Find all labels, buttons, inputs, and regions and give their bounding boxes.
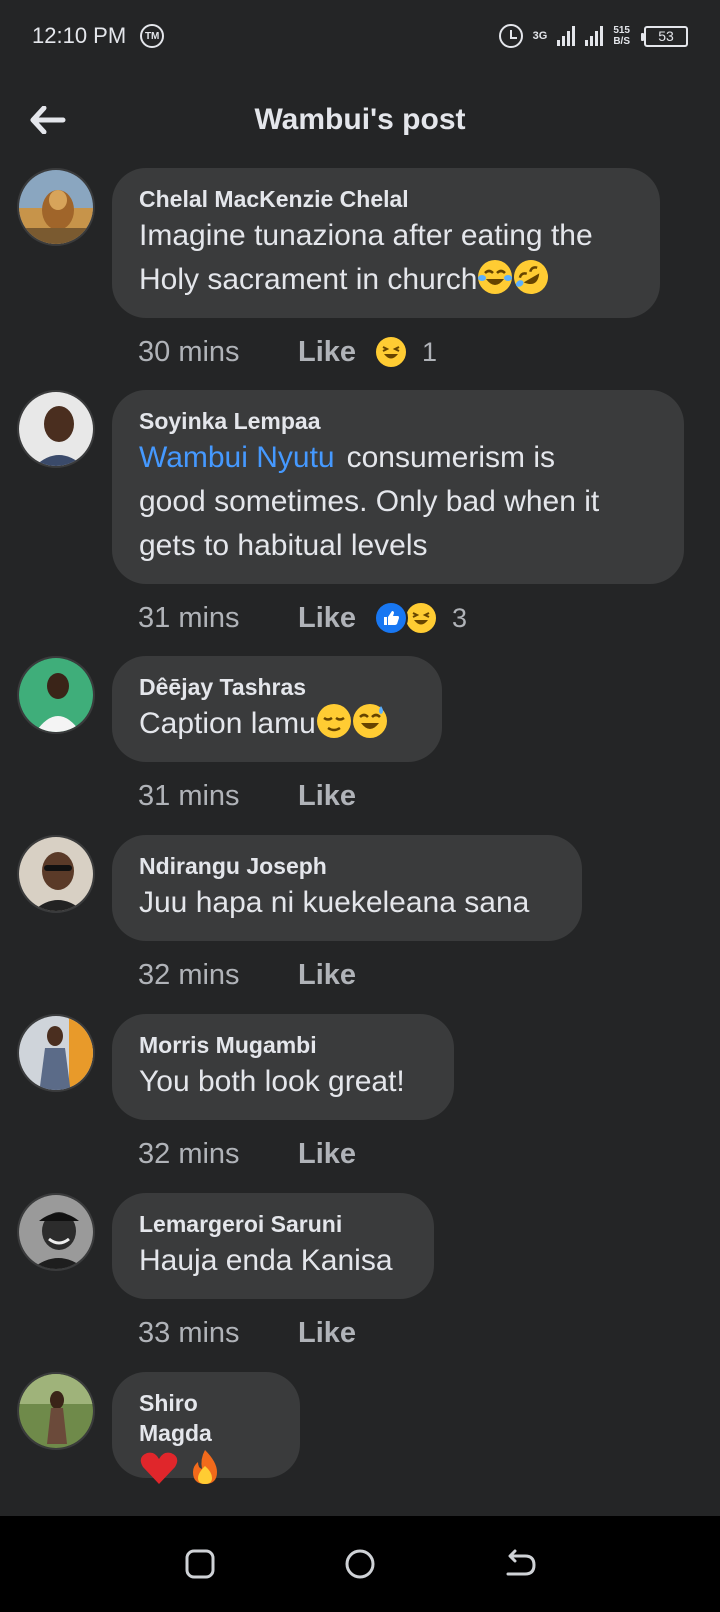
post-header: Wambui's post bbox=[0, 80, 720, 160]
comment-time[interactable]: 31 mins bbox=[138, 602, 298, 635]
comment-author[interactable]: Ndirangu Joseph bbox=[139, 851, 556, 881]
like-button[interactable]: Like bbox=[298, 1138, 356, 1171]
laughing-reaction-icon bbox=[374, 335, 409, 369]
like-button[interactable]: Like bbox=[298, 1317, 356, 1350]
comment-actions: 31 mins Like bbox=[138, 776, 356, 816]
heart-emoji-icon bbox=[140, 1452, 178, 1484]
comment-text bbox=[139, 1448, 274, 1493]
comment-author[interactable]: Shiro Magda bbox=[139, 1388, 274, 1448]
comment-bubble[interactable]: Dêējay Tashras Caption lamu bbox=[112, 656, 442, 762]
tm-badge-icon: TM bbox=[140, 24, 165, 48]
comment-bubble[interactable]: Chelal MacKenzie Chelal Imagine tunazion… bbox=[112, 168, 660, 318]
comment-actions: 30 mins Like 1 bbox=[138, 332, 437, 372]
back-nav-button[interactable] bbox=[500, 1544, 540, 1584]
comment-time[interactable]: 33 mins bbox=[138, 1317, 298, 1350]
system-nav-bar bbox=[0, 1516, 720, 1612]
comment-bubble[interactable]: Morris Mugambi You both look great! bbox=[112, 1014, 454, 1120]
comment-actions: 33 mins Like bbox=[138, 1313, 356, 1353]
like-button[interactable]: Like bbox=[298, 602, 356, 635]
battery-level: 53 bbox=[658, 28, 674, 44]
comment-bubble[interactable]: Shiro Magda bbox=[112, 1372, 300, 1484]
comment-text: Hauja enda Kanisa bbox=[139, 1244, 393, 1277]
comment-time[interactable]: 32 mins bbox=[138, 1138, 298, 1171]
like-button[interactable]: Like bbox=[298, 336, 356, 369]
like-button[interactable]: Like bbox=[298, 780, 356, 813]
comment-actions: 32 mins Like bbox=[138, 955, 356, 995]
reaction-count: 1 bbox=[422, 336, 438, 367]
comment-text: Caption lamu bbox=[139, 702, 416, 746]
comment-actions: 31 mins Like 3 bbox=[138, 598, 467, 638]
avatar[interactable] bbox=[17, 656, 95, 734]
avatar[interactable] bbox=[17, 1014, 95, 1092]
like-button[interactable]: Like bbox=[298, 959, 356, 992]
status-indicators: 3G 515 B/S 53 bbox=[498, 24, 688, 48]
rofl-emoji-icon bbox=[514, 260, 549, 294]
joy-emoji-icon bbox=[478, 260, 513, 294]
avatar[interactable] bbox=[17, 390, 95, 468]
avatar[interactable] bbox=[17, 835, 95, 913]
laughing-reaction-icon bbox=[404, 601, 439, 635]
home-icon bbox=[345, 1549, 375, 1579]
comment-text-line: good sometimes. Only bad when it bbox=[139, 485, 600, 518]
comment-bubble[interactable]: Soyinka Lempaa Wambui Nyutu consumerism i… bbox=[112, 390, 684, 584]
recents-icon bbox=[185, 1549, 215, 1579]
network-speed-unit: B/S bbox=[613, 36, 630, 47]
comment-text: Juu hapa ni kuekeleana sana bbox=[139, 886, 530, 919]
back-button[interactable] bbox=[26, 98, 70, 142]
network-speed: 515 B/S bbox=[613, 25, 630, 47]
comment-author[interactable]: Morris Mugambi bbox=[139, 1030, 428, 1060]
status-time: 12:10 PM bbox=[32, 23, 127, 48]
signal-icon bbox=[557, 26, 576, 46]
relieved-emoji-icon bbox=[316, 704, 351, 738]
comment-text: Imagine tunaziona after eating the Holy … bbox=[139, 214, 634, 302]
comment-text-line: consumerism is bbox=[346, 441, 555, 474]
comment-author[interactable]: Dêējay Tashras bbox=[139, 672, 416, 702]
comment-author[interactable]: Chelal MacKenzie Chelal bbox=[139, 184, 634, 214]
home-button[interactable] bbox=[340, 1544, 380, 1584]
recents-button[interactable] bbox=[180, 1544, 220, 1584]
fire-emoji-icon bbox=[193, 1450, 218, 1484]
comment-text-line: gets to habitual levels bbox=[139, 529, 428, 562]
comment-text: You both look great! bbox=[139, 1065, 405, 1098]
network-type: 3G bbox=[532, 30, 548, 42]
battery-icon: 53 bbox=[641, 25, 688, 47]
avatar[interactable] bbox=[17, 168, 95, 246]
comment-text: Wambui Nyutu consumerism is good sometime… bbox=[139, 436, 658, 568]
comment-author[interactable]: Lemargeroi Saruni bbox=[139, 1209, 408, 1239]
comment-actions: 32 mins Like bbox=[138, 1134, 356, 1174]
comment-time[interactable]: 30 mins bbox=[138, 336, 298, 369]
avatar[interactable] bbox=[17, 1372, 95, 1450]
back-arrow-icon bbox=[30, 106, 66, 134]
comment-bubble[interactable]: Ndirangu Joseph Juu hapa ni kuekeleana s… bbox=[112, 835, 582, 941]
comment-bubble[interactable]: Lemargeroi Saruni Hauja enda Kanisa bbox=[112, 1193, 434, 1299]
signal-icon-secondary bbox=[585, 26, 604, 46]
comment-author[interactable]: Soyinka Lempaa bbox=[139, 406, 658, 436]
alarm-icon bbox=[498, 24, 523, 48]
page-title: Wambui's post bbox=[254, 103, 466, 136]
reaction-count: 3 bbox=[452, 602, 468, 633]
network-speed-value: 515 bbox=[613, 25, 630, 36]
reactions-summary[interactable]: 3 bbox=[374, 601, 467, 635]
status-bar: 12:10 PM TM 3G 515 B/S 53 bbox=[0, 0, 720, 72]
comment-time[interactable]: 31 mins bbox=[138, 780, 298, 813]
like-reaction-icon bbox=[374, 601, 409, 635]
mention-link[interactable]: Wambui Nyutu bbox=[139, 441, 335, 474]
reactions-summary[interactable]: 1 bbox=[374, 335, 437, 369]
sweat-smile-emoji-icon bbox=[352, 704, 387, 738]
comment-time[interactable]: 32 mins bbox=[138, 959, 298, 992]
comment-text-body: Caption lamu bbox=[139, 707, 316, 740]
back-nav-icon bbox=[506, 1549, 536, 1576]
avatar[interactable] bbox=[17, 1193, 95, 1271]
